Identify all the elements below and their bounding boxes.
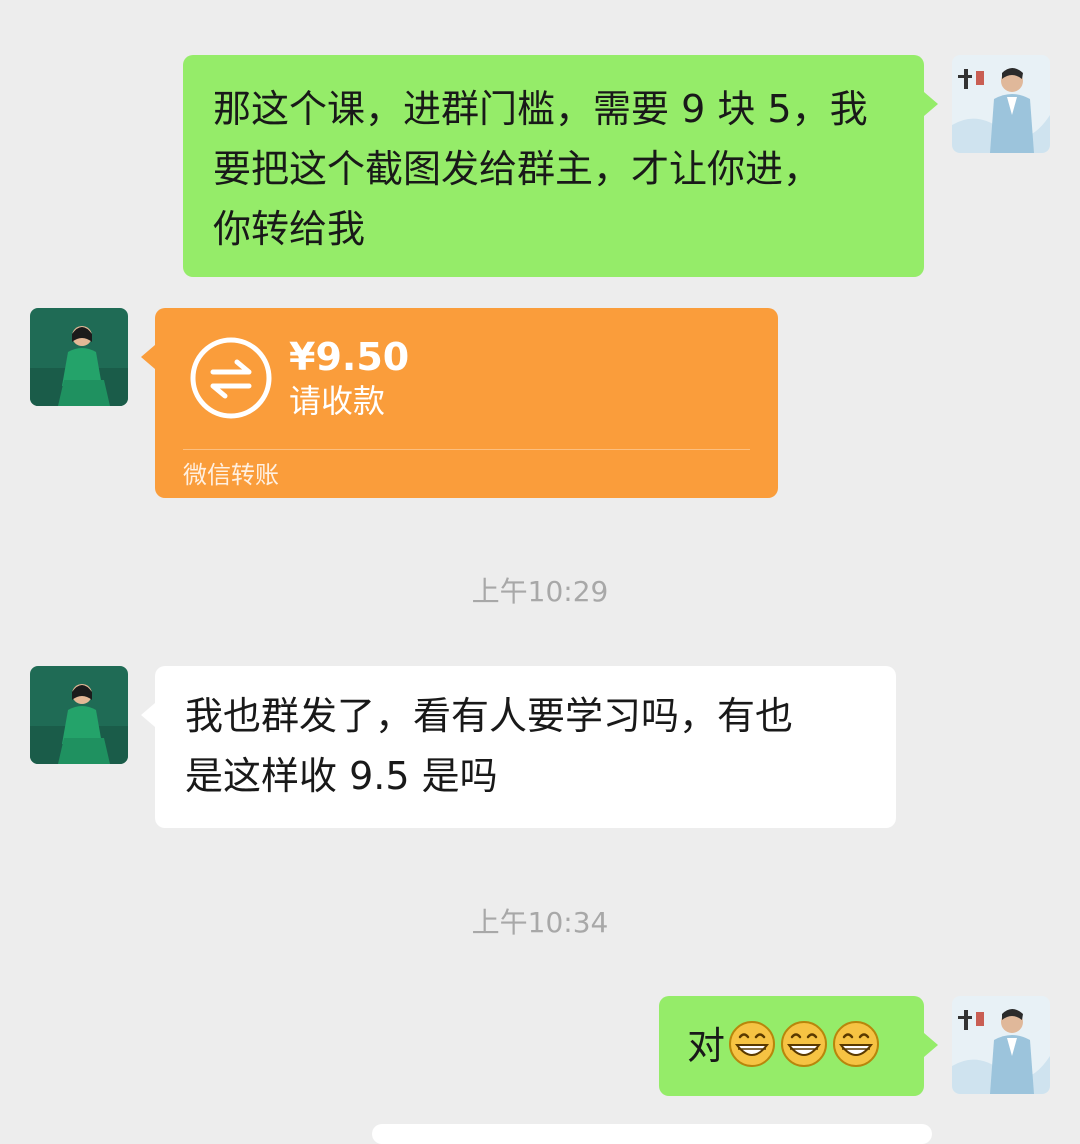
avatar-self[interactable] xyxy=(952,996,1050,1094)
timestamp: 上午10:34 xyxy=(471,906,609,939)
avatar-other[interactable] xyxy=(30,308,128,406)
message-line: 你转给我 xyxy=(213,207,366,251)
bubble-tail xyxy=(924,92,938,116)
message-bubble-self[interactable]: 那这个课，进群门槛，需要 9 块 5，我 要把这个截图发给群主，才让你进， 你转… xyxy=(183,55,924,277)
grin-emoji-icon xyxy=(729,1021,776,1067)
avatar-other[interactable] xyxy=(30,666,128,764)
transfer-status: 请收款 xyxy=(289,382,386,420)
message-text: 对 xyxy=(687,1024,726,1068)
transfer-amount: ¥9.50 xyxy=(289,335,410,379)
message-bubble-self[interactable]: 对 xyxy=(659,996,924,1096)
grin-emoji-icon xyxy=(833,1021,880,1067)
transfer-label: 微信转账 xyxy=(183,461,279,489)
timestamp: 上午10:29 xyxy=(471,575,609,608)
bubble-tail xyxy=(141,703,155,727)
message-bubble-other[interactable]: 我也群发了，看有人要学习吗，有也 是这样收 9.5 是吗 xyxy=(155,666,896,828)
bubble-tail xyxy=(924,1033,938,1057)
message-bubble-partial xyxy=(372,1124,932,1144)
message-line: 是这样收 9.5 是吗 xyxy=(185,754,498,798)
avatar-self[interactable] xyxy=(952,55,1050,153)
grin-emoji-icon xyxy=(781,1021,828,1067)
message-line: 我也群发了，看有人要学习吗，有也 xyxy=(185,694,794,738)
bubble-tail xyxy=(141,345,155,369)
divider xyxy=(183,449,750,450)
transfer-arrows-icon xyxy=(190,337,272,419)
message-line: 那这个课，进群门槛，需要 9 块 5，我 xyxy=(213,87,868,131)
message-line: 要把这个截图发给群主，才让你进， xyxy=(213,147,822,191)
transfer-card[interactable]: ¥9.50 请收款 微信转账 xyxy=(155,308,778,498)
